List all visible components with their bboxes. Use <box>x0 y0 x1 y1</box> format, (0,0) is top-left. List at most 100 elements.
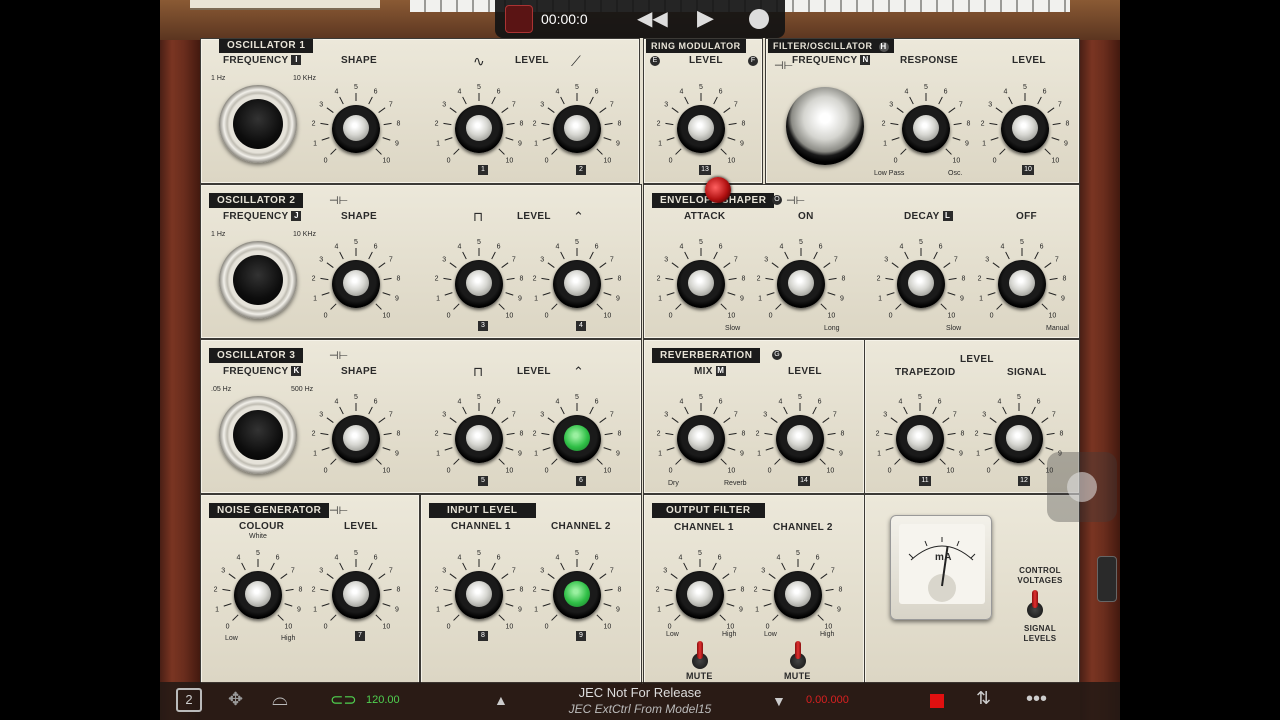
knob-body[interactable] <box>455 105 503 153</box>
knob-body[interactable] <box>455 260 503 308</box>
envelope-attack-knob[interactable]: 0 1 2 3 4 5 6 7 8 9 10 <box>651 234 751 334</box>
knob-body[interactable] <box>455 571 503 619</box>
knob-body[interactable] <box>776 415 824 463</box>
knob-body[interactable] <box>995 415 1043 463</box>
knob-number: 7 <box>610 257 614 264</box>
knob-body[interactable] <box>332 105 380 153</box>
knob-body[interactable] <box>234 571 282 619</box>
mute-1-switch[interactable] <box>692 641 708 671</box>
knob-number: 10 <box>506 312 514 319</box>
oscillator-3-shape-knob[interactable]: 0 1 2 3 4 5 6 7 8 9 10 <box>306 389 406 489</box>
knob-body[interactable] <box>998 260 1046 308</box>
stop-icon[interactable] <box>930 694 944 708</box>
knob-tick <box>945 148 952 155</box>
knob-body[interactable] <box>896 415 944 463</box>
mute-2-switch[interactable] <box>790 641 806 671</box>
oscillator-3-frequency-dial[interactable] <box>209 378 305 488</box>
knob-tick <box>674 614 681 621</box>
meter-mode-switch[interactable] <box>1027 590 1043 620</box>
knob-number: 3 <box>442 412 446 419</box>
level-tag: 7 <box>355 631 365 641</box>
tempo-display[interactable]: 120.00 <box>366 694 400 706</box>
knob-body[interactable] <box>332 260 380 308</box>
knob-number: 7 <box>512 102 516 109</box>
knob-tick <box>382 603 391 607</box>
up-arrow-icon[interactable]: ▲ <box>494 692 508 708</box>
noise-level-knob[interactable]: 0 1 2 3 4 5 6 7 8 9 10 <box>306 545 406 645</box>
knob-body[interactable] <box>677 260 725 308</box>
output-channel-2-knob[interactable]: 0 1 2 3 4 5 6 7 8 9 10 <box>748 545 848 645</box>
envelope-off-knob[interactable]: 0 1 2 3 4 5 6 7 8 9 10 <box>972 234 1072 334</box>
input-channel-2-knob[interactable]: 0 1 2 3 4 5 6 7 8 9 10 <box>527 545 627 645</box>
knob-body[interactable] <box>455 415 503 463</box>
knob-body[interactable] <box>1001 105 1049 153</box>
knob-body[interactable] <box>897 260 945 308</box>
envelope-on-knob[interactable]: 0 1 2 3 4 5 6 7 8 9 10 <box>751 234 851 334</box>
knob-body[interactable] <box>676 571 724 619</box>
grid-icon[interactable] <box>505 5 533 33</box>
knob-tick <box>1037 96 1042 105</box>
down-arrow-icon[interactable]: ▼ <box>772 693 786 709</box>
oscillator-3-level-2-knob[interactable]: 0 1 2 3 4 5 6 7 8 9 10 <box>527 389 627 489</box>
swap-icon[interactable]: ⇅ <box>976 688 991 709</box>
knob-tick <box>443 432 452 436</box>
floating-assist-button[interactable] <box>1047 452 1117 522</box>
knob-number: 10 <box>828 312 836 319</box>
keyboard-icon[interactable]: ⌓ <box>272 688 288 711</box>
knob-tick <box>1047 107 1055 113</box>
oscillator-1-frequency-dial[interactable] <box>209 67 305 177</box>
oscillator-3-level-1-knob[interactable]: 0 1 2 3 4 5 6 7 8 9 10 <box>429 389 529 489</box>
output-channel-1-knob[interactable]: 0 1 2 3 4 5 6 7 8 9 10 <box>650 545 750 645</box>
knob-body[interactable] <box>677 415 725 463</box>
pages-icon[interactable]: 2 <box>176 688 202 712</box>
knob-number: 5 <box>796 550 800 557</box>
oscillator-2-level-2-knob[interactable]: 0 1 2 3 4 5 6 7 8 9 10 <box>527 234 627 334</box>
knob-body[interactable] <box>777 260 825 308</box>
preset-name[interactable]: JEC Not For Release <box>540 685 740 700</box>
move-icon[interactable]: ✥ <box>228 689 243 710</box>
knob-body[interactable] <box>553 571 601 619</box>
ring-modulator-level-knob[interactable]: 0 1 2 3 4 5 6 7 8 9 10 <box>651 79 751 179</box>
side-drawer-handle[interactable] <box>1097 556 1117 602</box>
knob-tick <box>826 447 835 451</box>
knob-number: 2 <box>435 120 439 127</box>
input-channel-1-knob[interactable]: 0 1 2 3 4 5 6 7 8 9 10 <box>429 545 529 645</box>
knob-body[interactable] <box>553 260 601 308</box>
link-icon[interactable]: ⊂⊃ <box>330 690 357 710</box>
oscillator-2-frequency-dial[interactable] <box>209 223 305 333</box>
filter-level-knob[interactable]: 0 1 2 3 4 5 6 7 8 9 10 <box>975 79 1075 179</box>
knob-body[interactable] <box>553 105 601 153</box>
knob-body[interactable] <box>902 105 950 153</box>
oscillator-1-level-1-knob[interactable]: 0 1 2 3 4 5 6 7 8 9 10 <box>429 79 529 179</box>
noise-colour-knob[interactable]: 0 1 2 3 4 5 6 7 8 9 10 <box>208 545 308 645</box>
knob-body[interactable] <box>332 415 380 463</box>
envelope-decay-knob[interactable]: 0 1 2 3 4 5 6 7 8 9 10 <box>871 234 971 334</box>
knob-body[interactable] <box>677 105 725 153</box>
play-icon[interactable]: ▶ <box>697 5 714 31</box>
oscillator-2-shape-knob[interactable]: 0 1 2 3 4 5 6 7 8 9 10 <box>306 234 406 334</box>
oscillator-2-level-1-knob[interactable]: 0 1 2 3 4 5 6 7 8 9 10 <box>429 234 529 334</box>
knob-cap <box>466 115 492 141</box>
knob-tick <box>505 447 514 451</box>
trapezoid-level-knob[interactable]: 0 1 2 3 4 5 6 7 8 9 10 <box>870 389 970 489</box>
knob-body[interactable] <box>332 571 380 619</box>
reverb-level-knob[interactable]: 0 1 2 3 4 5 6 7 8 9 10 <box>750 389 850 489</box>
knob-cap <box>343 425 369 451</box>
record-icon[interactable] <box>749 9 769 29</box>
input-level-panel: INPUT LEVEL CHANNEL 1 CHANNEL 2 0 1 2 3 4 5 6 7… <box>420 494 642 684</box>
rewind-icon[interactable]: ◀◀ <box>637 6 668 31</box>
knob-body[interactable] <box>774 571 822 619</box>
level-label: LEVEL <box>344 521 378 532</box>
knob-number: 1 <box>436 450 440 457</box>
filter-frequency-dial[interactable] <box>776 69 872 169</box>
more-icon[interactable]: ••• <box>1026 688 1047 711</box>
knob-tick <box>378 417 386 423</box>
knob-body[interactable] <box>553 415 601 463</box>
level-label: LEVEL <box>1012 55 1046 66</box>
knob-number: 4 <box>335 244 339 251</box>
reverb-mix-knob[interactable]: 0 1 2 3 4 5 6 7 8 9 10 <box>651 389 751 489</box>
filter-response-knob[interactable]: 0 1 2 3 4 5 6 7 8 9 10 <box>876 79 976 179</box>
oscillator-1-shape-knob[interactable]: 0 1 2 3 4 5 6 7 8 9 10 <box>306 79 406 179</box>
oscillator-1-level-2-knob[interactable]: 0 1 2 3 4 5 6 7 8 9 10 <box>527 79 627 179</box>
knob-tick <box>763 603 772 607</box>
